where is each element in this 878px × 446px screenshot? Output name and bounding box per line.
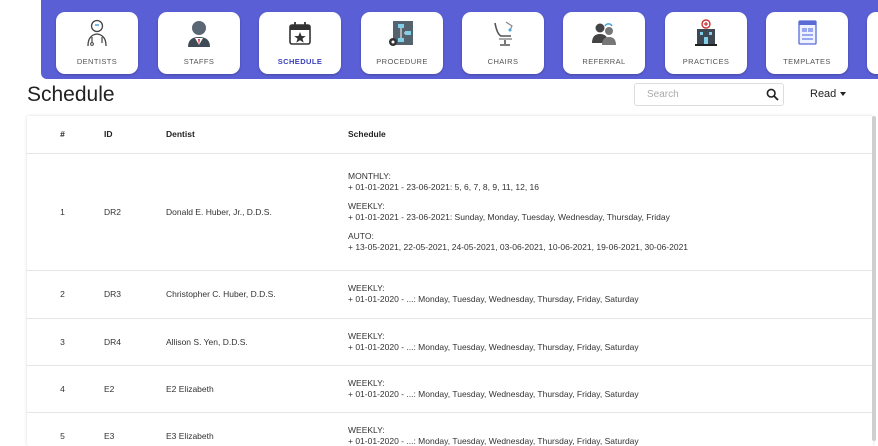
page-header: Schedule Read xyxy=(0,79,878,113)
nav-tile-label: STAFFS xyxy=(158,57,240,66)
schedule-detail: + 01-01-2020 - ...: Monday, Tuesday, Wed… xyxy=(348,389,873,400)
column-header-number[interactable]: # xyxy=(27,116,98,153)
row-id: DR2 xyxy=(98,153,160,270)
schedule-type: MONTHLY: xyxy=(348,171,873,182)
row-number: 4 xyxy=(27,365,98,412)
module-nav: DENTISTS STAFFS SCHEDULE xyxy=(41,0,878,79)
row-id: DR4 xyxy=(98,318,160,365)
nav-tile-staffs[interactable]: STAFFS xyxy=(158,12,240,74)
schedule-block: WEEKLY: + 01-01-2020 - ...: Monday, Tues… xyxy=(348,331,873,353)
column-header-dentist[interactable]: Dentist xyxy=(160,116,348,153)
schedule-type: WEEKLY: xyxy=(348,378,873,389)
schedule-table: # ID Dentist Schedule 1 DR2 Donald E. Hu… xyxy=(27,116,873,446)
table-row[interactable]: 1 DR2 Donald E. Huber, Jr., D.D.S. MONTH… xyxy=(27,153,873,270)
nav-tile-procedure[interactable]: PROCEDURE xyxy=(361,12,443,74)
schedule-type: WEEKLY: xyxy=(348,331,873,342)
row-number: 2 xyxy=(27,270,98,318)
nav-tile-label: SCHEDULE xyxy=(259,57,341,66)
row-number: 3 xyxy=(27,318,98,365)
nav-tile-label: TEMPLATES xyxy=(766,57,848,66)
caret-down-icon xyxy=(840,92,846,96)
nav-tile-referral[interactable]: REFERRAL xyxy=(563,12,645,74)
nav-tile-label: REFERRAL xyxy=(563,57,645,66)
nav-tile-chairs[interactable]: CHAIRS xyxy=(462,12,544,74)
schedule-type: WEEKLY: xyxy=(348,283,873,294)
schedule-detail: + 01-01-2021 - 23-06-2021: Sunday, Monda… xyxy=(348,212,873,223)
template-document-icon xyxy=(792,18,822,48)
schedule-block: AUTO: + 13-05-2021, 22-05-2021, 24-05-20… xyxy=(348,231,873,253)
row-schedule: WEEKLY: + 01-01-2020 - ...: Monday, Tues… xyxy=(348,318,873,365)
mode-dropdown-label: Read xyxy=(810,88,836,100)
schedule-block: MONTHLY: + 01-01-2021 - 23-06-2021: 5, 6… xyxy=(348,171,873,193)
staff-icon xyxy=(184,18,214,48)
nav-tile-label: PRACTICES xyxy=(665,57,747,66)
page-title: Schedule xyxy=(27,83,115,107)
schedule-block: WEEKLY: + 01-01-2020 - ...: Monday, Tues… xyxy=(348,283,873,305)
schedule-detail: + 01-01-2021 - 23-06-2021: 5, 6, 7, 8, 9… xyxy=(348,182,873,193)
schedule-detail: + 01-01-2020 - ...: Monday, Tuesday, Wed… xyxy=(348,342,873,353)
schedule-type: WEEKLY: xyxy=(348,201,873,212)
nav-tile-schedule[interactable]: SCHEDULE xyxy=(259,12,341,74)
column-header-id[interactable]: ID xyxy=(98,116,160,153)
row-number: 1 xyxy=(27,153,98,270)
table-header-row: # ID Dentist Schedule xyxy=(27,116,873,153)
search-icon[interactable] xyxy=(766,88,779,101)
nav-tile-templates[interactable]: TEMPLATES xyxy=(766,12,848,74)
search-input[interactable] xyxy=(634,83,784,106)
dentist-icon xyxy=(82,18,112,48)
column-header-schedule[interactable]: Schedule xyxy=(348,116,873,153)
schedule-type: WEEKLY: xyxy=(348,425,873,436)
nav-tile-label: CHAIRS xyxy=(462,57,544,66)
nav-tile-label: DENTISTS xyxy=(56,57,138,66)
row-schedule: WEEKLY: + 01-01-2020 - ...: Monday, Tues… xyxy=(348,270,873,318)
schedule-detail: + 01-01-2020 - ...: Monday, Tuesday, Wed… xyxy=(348,294,873,305)
schedule-block: WEEKLY: + 01-01-2021 - 23-06-2021: Sunda… xyxy=(348,201,873,223)
procedure-flow-icon xyxy=(387,18,417,48)
nav-tile-more[interactable] xyxy=(867,12,878,74)
row-schedule: MONTHLY: + 01-01-2021 - 23-06-2021: 5, 6… xyxy=(348,153,873,270)
schedule-table-card: # ID Dentist Schedule 1 DR2 Donald E. Hu… xyxy=(27,116,873,446)
table-row[interactable]: 3 DR4 Allison S. Yen, D.D.S. WEEKLY: + 0… xyxy=(27,318,873,365)
row-id: E2 xyxy=(98,365,160,412)
schedule-block: WEEKLY: + 01-01-2020 - ...: Monday, Tues… xyxy=(348,378,873,400)
nav-tile-practices[interactable]: PRACTICES xyxy=(665,12,747,74)
referral-users-icon xyxy=(589,18,619,48)
row-dentist: Christopher C. Huber, D.D.S. xyxy=(160,270,348,318)
schedule-detail: + 13-05-2021, 22-05-2021, 24-05-2021, 03… xyxy=(348,242,873,253)
row-schedule: WEEKLY: + 01-01-2020 - ...: Monday, Tues… xyxy=(348,365,873,412)
schedule-type: AUTO: xyxy=(348,231,873,242)
table-row[interactable]: 2 DR3 Christopher C. Huber, D.D.S. WEEKL… xyxy=(27,270,873,318)
row-dentist: E2 Elizabeth xyxy=(160,365,348,412)
calendar-star-icon xyxy=(285,18,315,48)
mode-dropdown[interactable]: Read xyxy=(810,88,846,100)
schedule-block: WEEKLY: + 01-01-2020 - ...: Monday, Tues… xyxy=(348,425,873,446)
practice-building-icon xyxy=(691,18,721,48)
row-dentist: Allison S. Yen, D.D.S. xyxy=(160,318,348,365)
row-id: DR3 xyxy=(98,270,160,318)
row-dentist: Donald E. Huber, Jr., D.D.S. xyxy=(160,153,348,270)
dental-chair-icon xyxy=(488,18,518,48)
nav-tile-dentists[interactable]: DENTISTS xyxy=(56,12,138,74)
vertical-scrollbar[interactable] xyxy=(872,116,876,441)
top-bar: DENTISTS STAFFS SCHEDULE xyxy=(0,0,878,79)
table-row[interactable]: 4 E2 E2 Elizabeth WEEKLY: + 01-01-2020 -… xyxy=(27,365,873,412)
nav-tile-label: PROCEDURE xyxy=(361,57,443,66)
